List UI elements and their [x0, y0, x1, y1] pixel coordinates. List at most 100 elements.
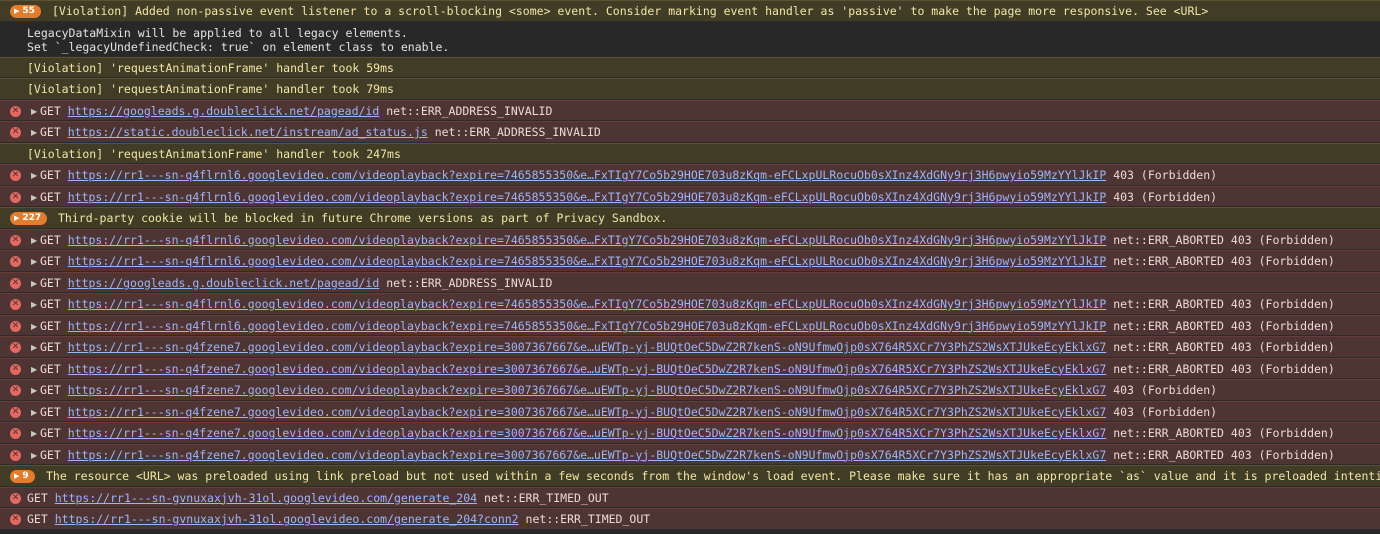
- http-method: GET: [40, 297, 61, 311]
- console-error-message[interactable]: ✕ GET https://rr1---sn-gvnuxaxjvh-31ol.go…: [0, 508, 1380, 530]
- error-status: 403 (Forbidden): [1113, 189, 1218, 204]
- expand-triangle-icon[interactable]: ▶: [31, 230, 37, 250]
- http-method: GET: [40, 383, 61, 397]
- error-message-text: GET https://rr1---sn-q4flrnl6.googlevide…: [0, 190, 1217, 204]
- expand-triangle-icon[interactable]: ▶: [14, 472, 19, 480]
- error-circle-icon: ✕: [10, 256, 21, 267]
- error-circle-icon: ✕: [10, 320, 21, 332]
- console-error-message[interactable]: ✕ ▶ GET https://rr1---sn-q4fzene7.googlevi…: [0, 336, 1380, 358]
- error-message-text: GET https://googleads.g.doubleclick.net/…: [0, 104, 552, 118]
- error-message-text: GET https://rr1---sn-gvnuxaxjvh-31ol.goo…: [0, 512, 650, 526]
- expand-triangle-icon[interactable]: ▶: [31, 294, 37, 314]
- console-error-message[interactable]: ✕ ▶ GET https://rr1---sn-q4flrnl6.googlevi…: [0, 293, 1380, 315]
- error-message-text: GET https://googleads.g.doubleclick.net/…: [0, 276, 552, 290]
- console-warning-message[interactable]: ▶ 55 [Violation] Added non-passive event l…: [0, 0, 1380, 22]
- request-url-link[interactable]: https://rr1---sn-q4fzene7.googlevideo.co…: [68, 383, 1107, 397]
- error-status: 403 (Forbidden): [1113, 404, 1218, 419]
- error-circle-icon: ✕: [10, 299, 21, 310]
- console-error-message[interactable]: ✕ ▶ GET https://rr1---sn-q4fzene7.googlevi…: [0, 422, 1380, 444]
- request-url-link[interactable]: https://rr1---sn-q4flrnl6.googlevideo.co…: [68, 319, 1107, 333]
- console-error-message[interactable]: ✕ ▶ GET https://rr1---sn-q4fzene7.googlevi…: [0, 443, 1380, 465]
- console-error-message[interactable]: ✕ ▶ GET https://rr1---sn-q4fzene7.googlevi…: [0, 357, 1380, 379]
- request-url-link[interactable]: https://rr1---sn-q4fzene7.googlevideo.co…: [68, 362, 1107, 376]
- expand-triangle-icon[interactable]: ▶: [31, 101, 37, 121]
- error-status: net::ERR_ABORTED 403 (Forbidden): [1113, 297, 1335, 311]
- error-status: net::ERR_ADDRESS_INVALID: [386, 275, 553, 290]
- warning-message-text: The resource <URL> was preloaded using l…: [46, 469, 1380, 483]
- expand-triangle-icon[interactable]: ▶: [31, 423, 37, 443]
- request-url-link[interactable]: https://static.doubleclick.net/instream/…: [68, 125, 428, 139]
- request-url-link[interactable]: https://rr1---sn-q4fzene7.googlevideo.co…: [68, 448, 1107, 462]
- console-error-message[interactable]: ✕ ▶ GET https://rr1---sn-q4flrnl6.googlevi…: [0, 314, 1380, 336]
- expand-triangle-icon[interactable]: ▶: [31, 273, 37, 293]
- warning-message-text: [Violation] 'requestAnimationFrame' hand…: [27, 60, 394, 75]
- request-url-link[interactable]: https://rr1---sn-gvnuxaxjvh-31ol.googlev…: [55, 512, 519, 526]
- request-url-link[interactable]: https://rr1---sn-q4fzene7.googlevideo.co…: [68, 405, 1107, 419]
- http-method: GET: [40, 447, 61, 462]
- expand-triangle-icon[interactable]: ▶: [31, 165, 37, 185]
- repeat-count-badge[interactable]: ▶ 9: [10, 470, 35, 483]
- expand-triangle-icon[interactable]: ▶: [31, 380, 37, 400]
- error-status: 403 (Forbidden): [1113, 383, 1218, 397]
- error-message-text: GET https://rr1---sn-q4fzene7.googlevide…: [0, 383, 1217, 397]
- expand-triangle-icon[interactable]: ▶: [31, 359, 37, 379]
- error-circle-icon: ✕: [10, 363, 21, 375]
- error-message-text: GET https://rr1---sn-gvnuxaxjvh-31ol.goo…: [0, 491, 609, 505]
- request-url-link[interactable]: https://rr1---sn-q4flrnl6.googlevideo.co…: [68, 168, 1107, 182]
- error-status: net::ERR_ABORTED 403 (Forbidden): [1113, 447, 1335, 462]
- expand-triangle-icon[interactable]: ▶: [31, 316, 37, 336]
- error-status: net::ERR_ABORTED 403 (Forbidden): [1113, 254, 1335, 268]
- repeat-count-badge[interactable]: ▶ 55: [10, 5, 41, 18]
- console-error-message[interactable]: ✕ ▶ GET https://rr1---sn-q4flrnl6.googlevi…: [0, 228, 1380, 250]
- error-circle-icon: ✕: [10, 342, 21, 353]
- error-circle-icon: ✕: [10, 492, 21, 504]
- request-url-link[interactable]: https://googleads.g.doubleclick.net/page…: [68, 104, 380, 118]
- http-method: GET: [40, 103, 61, 118]
- expand-triangle-icon[interactable]: ▶: [31, 251, 37, 271]
- console-info-message: LegacyDataMixin will be applied to all l…: [0, 21, 1380, 57]
- expand-triangle-icon[interactable]: ▶: [31, 337, 37, 357]
- error-status: net::ERR_TIMED_OUT: [484, 490, 609, 505]
- console-error-message[interactable]: ✕ ▶ GET https://googleads.g.doubleclick.ne…: [0, 271, 1380, 293]
- console-error-message[interactable]: ✕ ▶ GET https://googleads.g.doubleclick.ne…: [0, 99, 1380, 121]
- console-error-message[interactable]: ✕ ▶ GET https://rr1---sn-q4flrnl6.googlevi…: [0, 164, 1380, 186]
- request-url-link[interactable]: https://rr1---sn-q4fzene7.googlevideo.co…: [68, 426, 1107, 440]
- warning-message-text: [Violation] 'requestAnimationFrame' hand…: [27, 146, 401, 161]
- error-message-text: GET https://rr1---sn-q4fzene7.googlevide…: [0, 405, 1217, 419]
- error-status: net::ERR_TIMED_OUT: [525, 512, 651, 526]
- expand-triangle-icon[interactable]: ▶: [31, 402, 37, 422]
- console-error-message[interactable]: ✕ ▶ GET https://rr1---sn-q4fzene7.googlevi…: [0, 379, 1380, 401]
- request-url-link[interactable]: https://rr1---sn-q4flrnl6.googlevideo.co…: [68, 233, 1107, 247]
- console-error-message[interactable]: ✕ ▶ GET https://static.doubleclick.net/ins…: [0, 121, 1380, 143]
- expand-triangle-icon[interactable]: ▶: [14, 214, 19, 222]
- console-error-message[interactable]: ✕ ▶ GET https://rr1---sn-q4flrnl6.googlevi…: [0, 250, 1380, 272]
- error-status: net::ERR_ABORTED 403 (Forbidden): [1113, 232, 1335, 247]
- console-warning-message[interactable]: ▶ 227 Third-party cookie will be blocked i…: [0, 207, 1380, 229]
- request-url-link[interactable]: https://rr1---sn-q4flrnl6.googlevideo.co…: [68, 190, 1107, 204]
- error-message-text: GET https://rr1---sn-q4flrnl6.googlevide…: [0, 168, 1217, 182]
- error-message-text: GET https://static.doubleclick.net/instr…: [0, 125, 601, 139]
- console-messages: ▶ 55 [Violation] Added non-passive event l…: [0, 0, 1380, 530]
- error-circle-icon: ✕: [10, 234, 21, 246]
- console-warning-message[interactable]: ▶ 9 The resource <URL> was preloaded using…: [0, 465, 1380, 487]
- console-warning-message: [Violation] 'requestAnimationFrame' hand…: [0, 78, 1380, 100]
- error-message-text: GET https://rr1---sn-q4fzene7.googlevide…: [0, 426, 1335, 440]
- expand-triangle-icon[interactable]: ▶: [31, 445, 37, 465]
- warning-message-text: Third-party cookie will be blocked in fu…: [58, 211, 668, 225]
- console-error-message[interactable]: ✕ ▶ GET https://rr1---sn-q4fzene7.googlevi…: [0, 400, 1380, 422]
- request-url-link[interactable]: https://rr1---sn-q4fzene7.googlevideo.co…: [68, 340, 1107, 354]
- request-url-link[interactable]: https://rr1---sn-q4flrnl6.googlevideo.co…: [68, 297, 1107, 311]
- error-status: net::ERR_ADDRESS_INVALID: [434, 125, 601, 139]
- expand-triangle-icon[interactable]: ▶: [14, 7, 19, 15]
- console-error-message[interactable]: ✕ GET https://rr1---sn-gvnuxaxjvh-31ol.go…: [0, 486, 1380, 508]
- console-error-message[interactable]: ✕ ▶ GET https://rr1---sn-q4flrnl6.googlevi…: [0, 185, 1380, 207]
- request-url-link[interactable]: https://rr1---sn-q4flrnl6.googlevideo.co…: [68, 254, 1107, 268]
- expand-triangle-icon[interactable]: ▶: [31, 122, 37, 142]
- http-method: GET: [40, 404, 61, 419]
- expand-triangle-icon[interactable]: ▶: [31, 187, 37, 207]
- error-circle-icon: ✕: [10, 127, 21, 138]
- repeat-count-badge[interactable]: ▶ 227: [10, 212, 48, 225]
- error-message-text: GET https://rr1---sn-q4fzene7.googlevide…: [0, 340, 1335, 354]
- request-url-link[interactable]: https://googleads.g.doubleclick.net/page…: [68, 276, 380, 290]
- request-url-link[interactable]: https://rr1---sn-gvnuxaxjvh-31ol.googlev…: [55, 491, 477, 505]
